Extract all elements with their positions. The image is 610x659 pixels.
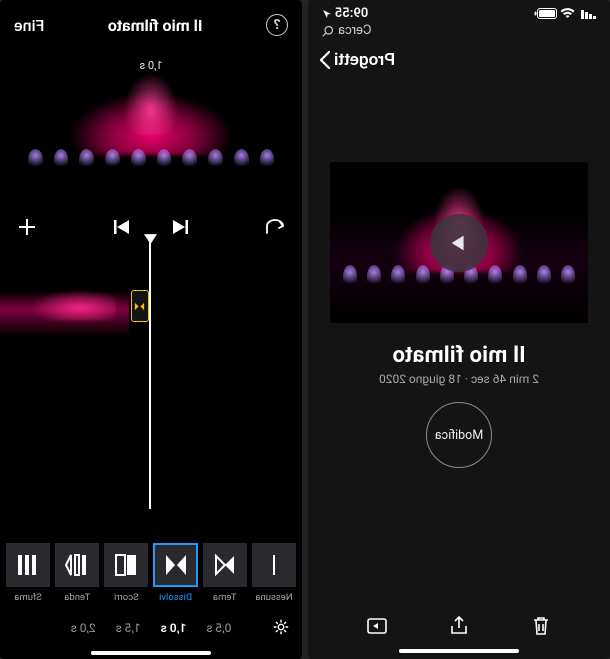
editor-panel: ? Il mio filmato Fine 1,0 s <box>0 0 302 659</box>
add-media-button[interactable] <box>16 216 38 238</box>
duration-option[interactable]: 1,0 s <box>161 621 187 635</box>
transition-label-sfuma: Sfuma <box>14 592 42 603</box>
clip-left[interactable] <box>151 276 302 336</box>
tema-transition-icon <box>212 552 238 578</box>
project-thumbnail[interactable] <box>330 162 588 323</box>
modify-label: Modifica <box>435 428 483 443</box>
transition-picker: Nessuna Tema Dissolvi Scorri Tenda Sfuma <box>0 543 302 603</box>
breadcrumb-back[interactable]: Progetti <box>308 42 610 82</box>
settings-button[interactable] <box>272 618 290 639</box>
help-button[interactable]: ? <box>266 14 288 36</box>
viewer-detail <box>28 149 275 171</box>
next-frame-button[interactable] <box>113 218 131 236</box>
duration-option[interactable]: 0,5 s <box>206 621 231 635</box>
cell-signal-icon <box>578 9 596 19</box>
duration-option[interactable]: 2,0 s <box>71 621 96 635</box>
next-icon <box>113 218 131 236</box>
transition-box-nessuna <box>252 543 296 587</box>
transition-marker-icon <box>135 301 146 312</box>
trash-button[interactable] <box>528 613 554 639</box>
project-thumbnail-wrap <box>330 162 588 323</box>
share-button[interactable] <box>446 613 472 639</box>
project-title: Il mio filmato <box>308 343 610 368</box>
home-indicator-editor[interactable] <box>91 651 212 655</box>
transition-label-nessuna: Nessuna <box>255 592 292 603</box>
playhead[interactable] <box>150 240 152 509</box>
transition-item-nessuna[interactable]: Nessuna <box>252 543 296 603</box>
modify-button[interactable]: Modifica <box>426 402 492 468</box>
transition-label-tema: Tema <box>213 592 237 603</box>
transition-box-sfuma <box>6 543 50 587</box>
chevron-left-icon <box>318 48 332 72</box>
clips-row <box>0 276 302 336</box>
project-detail-panel: 09:55 Cerca Progetti Il mio filmato 2 mi… <box>308 0 610 659</box>
status-bar: 09:55 <box>308 0 610 23</box>
transition-box-tema <box>203 543 247 587</box>
search-icon <box>322 25 334 37</box>
transition-box-dissolvi <box>153 543 197 587</box>
gear-icon <box>272 618 290 636</box>
sfuma-transition-icon <box>15 552 41 578</box>
breadcrumb-label: Progetti <box>334 50 395 70</box>
home-indicator[interactable] <box>399 649 520 653</box>
duration-option[interactable]: 1,5 s <box>116 621 141 635</box>
project-title-block: Il mio filmato 2 min 46 sec · 18 giugno … <box>308 343 610 468</box>
undo-icon <box>264 218 286 236</box>
wifi-icon <box>560 8 575 19</box>
transition-item-tenda[interactable]: Tenda <box>55 543 99 603</box>
duration-picker: 0,5 s 1,0 s 1,5 s 2,0 s <box>0 621 302 635</box>
transition-label-tenda: Tenda <box>64 592 90 603</box>
transition-box-tenda <box>55 543 99 587</box>
prev-frame-button[interactable] <box>171 218 189 236</box>
scorri-transition-icon <box>113 552 139 578</box>
tenda-transition-icon <box>64 552 90 578</box>
play-overlay-button[interactable] <box>430 214 488 272</box>
preview-time-badge: 1,0 s <box>134 58 169 73</box>
transition-item-scorri[interactable]: Scorri <box>104 543 148 603</box>
play-button[interactable] <box>364 613 390 639</box>
trash-icon <box>529 614 553 638</box>
undo-button[interactable] <box>264 218 286 236</box>
editor-top-bar: ? Il mio filmato Fine <box>0 10 302 44</box>
dissolvi-transition-icon <box>163 552 189 578</box>
clip-right[interactable] <box>0 276 129 336</box>
prev-icon <box>171 218 189 236</box>
transition-item-tema[interactable]: Tema <box>203 543 247 603</box>
battery-icon <box>534 8 557 19</box>
status-icons <box>534 8 596 19</box>
viewer-frame <box>14 50 288 204</box>
play-rect-icon <box>365 614 389 638</box>
search-label: Cerca <box>338 23 372 38</box>
transition-marker[interactable] <box>131 290 149 322</box>
transition-label-dissolvi: Dissolvi <box>159 592 192 603</box>
play-icon <box>448 232 470 254</box>
bottom-toolbar <box>308 599 610 649</box>
location-arrow-icon <box>322 9 332 19</box>
status-time: 09:55 <box>335 6 368 21</box>
transition-box-scorri <box>104 543 148 587</box>
editor-title: Il mio filmato <box>108 16 203 35</box>
transition-item-sfuma[interactable]: Sfuma <box>6 543 50 603</box>
transition-label-scorri: Scorri <box>114 592 139 603</box>
nessuna-transition-icon <box>261 552 287 578</box>
transition-item-dissolvi[interactable]: Dissolvi <box>153 543 197 603</box>
project-meta: 2 min 46 sec · 18 giugno 2020 <box>308 372 610 386</box>
done-button[interactable]: Fine <box>14 16 44 35</box>
share-icon <box>447 614 471 638</box>
plus-icon <box>16 216 38 238</box>
video-viewer[interactable]: 1,0 s <box>14 50 288 204</box>
timeline[interactable]: Nessuna Tema Dissolvi Scorri Tenda Sfuma 0,5 … <box>0 250 302 659</box>
search-row[interactable]: Cerca <box>308 23 610 42</box>
